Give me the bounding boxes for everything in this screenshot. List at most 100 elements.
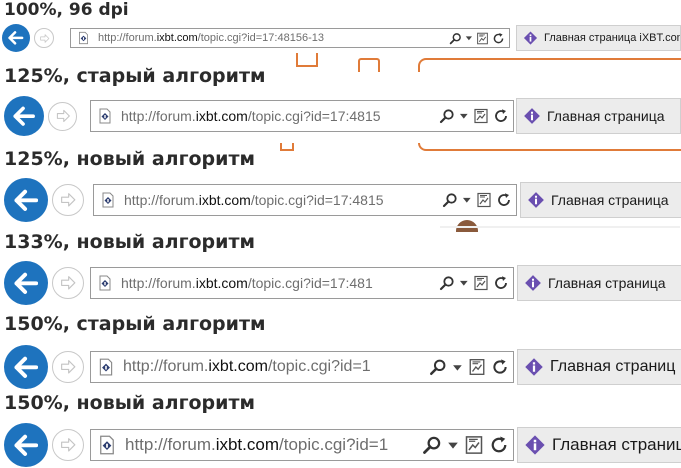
url-clip: http://forum.ixbt.com/topic.cgi?id=1 [125,430,421,460]
search-icon[interactable] [442,192,458,208]
compatibility-view-icon[interactable] [473,108,489,124]
zoom-caption: 150%, старый алгоритм [4,313,266,335]
refresh-icon[interactable] [489,435,509,455]
refresh-icon[interactable] [493,108,509,124]
back-button[interactable] [4,423,48,467]
browser-toolbar: http://forum.ixbt.com/topic.cgi?id=17:48… [0,261,681,305]
back-button[interactable] [4,178,48,222]
back-arrow-icon [14,433,39,458]
url-suffix: /topic.cgi?id=17:4815 [247,108,381,124]
browser-toolbar: http://forum.ixbt.com/topic.cgi?id=17:48… [0,24,681,52]
address-tools [449,29,509,47]
forward-button[interactable] [34,28,54,48]
forward-button[interactable] [52,184,84,216]
chevron-down-icon[interactable] [459,111,469,121]
forward-button[interactable] [48,101,77,131]
refresh-icon[interactable] [492,32,505,45]
forward-arrow-icon [59,274,77,292]
url-suffix: /topic.cgi?id=17:4815 [250,192,384,208]
compatibility-view-icon[interactable] [464,435,484,455]
back-arrow-icon [14,355,39,380]
zoom-caption: 150%, новый алгоритм [4,392,256,414]
address-bar[interactable]: http://forum.ixbt.com/topic.cgi?id=17:48… [90,100,514,132]
back-button[interactable] [4,261,48,305]
url-prefix: http://forum. [125,435,216,454]
url-clip: http://forum.ixbt.com/topic.cgi?id=17:48… [121,268,439,298]
back-button[interactable] [2,24,30,52]
tab-title: Главная страниц [552,435,681,454]
forward-arrow-icon [59,358,77,376]
chevron-down-icon[interactable] [452,362,463,373]
browser-toolbar: http://forum.ixbt.com/topic.cgi?id=17:48… [0,178,681,222]
url-clip: http://forum.ixbt.com/topic.cgi?id=17:48… [98,29,449,47]
compatibility-view-icon[interactable] [476,32,489,45]
url-domain: ixbt.com [198,192,251,208]
forward-button[interactable] [52,351,84,383]
site-favicon-icon [97,358,115,376]
address-tools [439,268,513,298]
url-domain: ixbt.com [156,32,198,44]
page-fragment [440,226,680,228]
compatibility-view-icon[interactable] [476,192,492,208]
ixbt-tab-icon [527,191,545,209]
search-icon[interactable] [422,435,442,455]
ixbt-tab-icon [523,107,541,125]
forward-button[interactable] [52,267,84,299]
address-bar[interactable]: http://forum.ixbt.com/topic.cgi?id=1 [90,351,514,383]
url-domain: ixbt.com [208,358,268,375]
address-bar[interactable]: http://forum.ixbt.com/topic.cgi?id=17:48… [70,28,510,48]
back-button[interactable] [4,345,48,389]
forward-arrow-icon [55,108,71,124]
url-text[interactable]: http://forum.ixbt.com/topic.cgi?id=17:48… [124,192,384,208]
browser-toolbar: http://forum.ixbt.com/topic.cgi?id=1 Глав… [0,423,681,467]
browser-tab[interactable]: Главная страница [517,265,681,301]
page-fragment [296,53,318,67]
zoom-caption: 125%, старый алгоритм [4,65,266,87]
url-text[interactable]: http://forum.ixbt.com/topic.cgi?id=1 [125,435,388,455]
back-button[interactable] [4,96,44,136]
forward-button[interactable] [52,429,84,461]
address-bar[interactable]: http://forum.ixbt.com/topic.cgi?id=17:48… [93,184,517,216]
browser-tab[interactable]: Главная страница [520,182,681,218]
search-icon[interactable] [439,108,455,124]
refresh-icon[interactable] [493,275,509,291]
url-text[interactable]: http://forum.ixbt.com/topic.cgi?id=1 [123,358,371,376]
search-icon[interactable] [429,358,447,376]
browser-tab[interactable]: Главная страниц [517,349,681,385]
browser-tab[interactable]: Главная страница [516,98,681,134]
refresh-icon[interactable] [496,192,512,208]
url-clip: http://forum.ixbt.com/topic.cgi?id=1 [123,352,430,382]
url-text[interactable]: http://forum.ixbt.com/topic.cgi?id=17:48… [121,108,381,124]
address-tools [439,101,513,131]
chevron-down-icon[interactable] [462,195,472,205]
search-icon[interactable] [449,32,462,45]
url-clip: http://forum.ixbt.com/topic.cgi?id=17:48… [121,101,439,131]
url-prefix: http://forum. [124,192,199,208]
url-text[interactable]: http://forum.ixbt.com/topic.cgi?id=17:48… [98,32,324,44]
page-fragment [418,58,681,72]
browser-tab[interactable]: Главная страница iXBT.com [516,25,681,51]
compatibility-view-icon[interactable] [473,275,489,291]
url-suffix: /topic.cgi?id=17:48156-13 [197,32,324,44]
url-text[interactable]: http://forum.ixbt.com/topic.cgi?id=17:48… [121,275,373,291]
refresh-icon[interactable] [491,358,509,376]
url-prefix: http://forum. [98,32,157,44]
chevron-down-icon[interactable] [459,278,469,288]
address-bar[interactable]: http://forum.ixbt.com/topic.cgi?id=1 [90,429,514,461]
tab-title: Главная страница [551,192,669,208]
search-icon[interactable] [439,275,455,291]
zoom-caption: 125%, новый алгоритм [4,148,256,170]
ixbt-tab-icon [524,357,544,377]
chevron-down-icon[interactable] [447,439,459,451]
ixbt-tab-icon [523,31,538,46]
url-domain: ixbt.com [215,435,279,454]
url-suffix: /topic.cgi?id=1 [279,435,389,454]
chevron-down-icon[interactable] [465,34,473,42]
browser-toolbar: http://forum.ixbt.com/topic.cgi?id=1 Глав… [0,345,681,389]
address-bar[interactable]: http://forum.ixbt.com/topic.cgi?id=17:48… [90,267,514,299]
url-prefix: http://forum. [121,108,196,124]
address-tools [421,430,513,460]
back-arrow-icon [14,188,39,213]
browser-tab[interactable]: Главная страниц [517,427,681,463]
compatibility-view-icon[interactable] [468,358,486,376]
